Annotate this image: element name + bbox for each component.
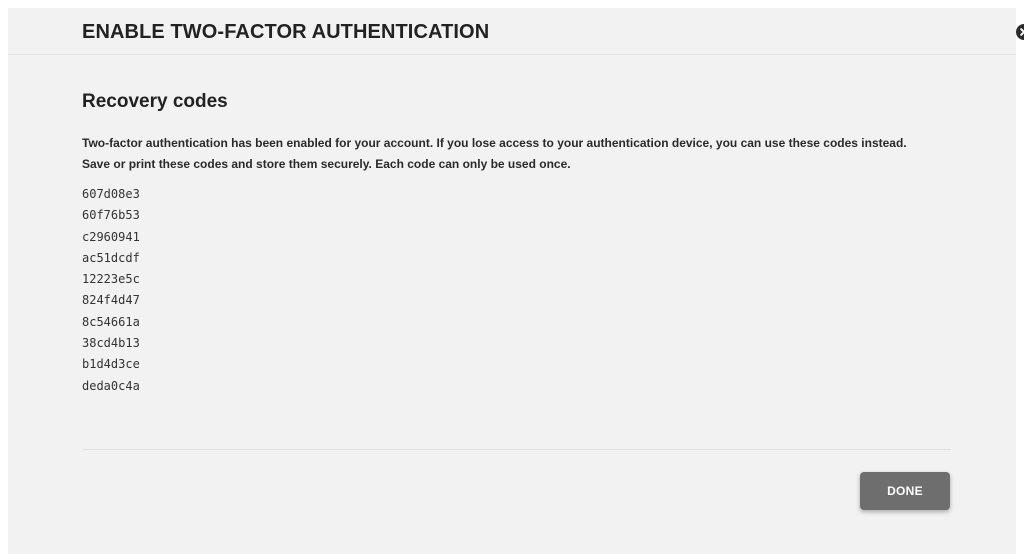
modal-title: ENABLE TWO-FACTOR AUTHENTICATION bbox=[82, 21, 490, 43]
modal-header: ENABLE TWO-FACTOR AUTHENTICATION bbox=[8, 8, 1016, 55]
recovery-code: 38cd4b13 bbox=[82, 336, 140, 351]
recovery-code: 8c54661a bbox=[82, 314, 140, 329]
recovery-description: Two-factor authentication has been enabl… bbox=[82, 133, 962, 175]
recovery-code: 824f4d47 bbox=[82, 293, 140, 308]
recovery-code: 60f76b53 bbox=[82, 208, 140, 223]
recovery-code: 12223e5c bbox=[82, 272, 140, 287]
description-line: Save or print these codes and store them… bbox=[82, 157, 571, 171]
two-factor-modal: ENABLE TWO-FACTOR AUTHENTICATION Recover… bbox=[8, 8, 1024, 554]
close-icon bbox=[1020, 28, 1024, 36]
recovery-code: b1d4d3ce bbox=[82, 357, 140, 372]
recovery-code: 607d08e3 bbox=[82, 187, 140, 201]
recovery-code: c2960941 bbox=[82, 229, 140, 244]
close-button[interactable] bbox=[1016, 24, 1024, 40]
section-title: Recovery codes bbox=[82, 91, 228, 112]
recovery-codes-list: 607d08e3 60f76b53 c2960941 ac51dcdf 1222… bbox=[82, 186, 140, 399]
done-button[interactable]: DONE bbox=[860, 472, 950, 510]
description-line: Two-factor authentication has been enabl… bbox=[82, 136, 907, 150]
recovery-code: ac51dcdf bbox=[82, 250, 140, 265]
recovery-code: deda0c4a bbox=[82, 378, 140, 393]
footer-divider bbox=[82, 449, 951, 450]
